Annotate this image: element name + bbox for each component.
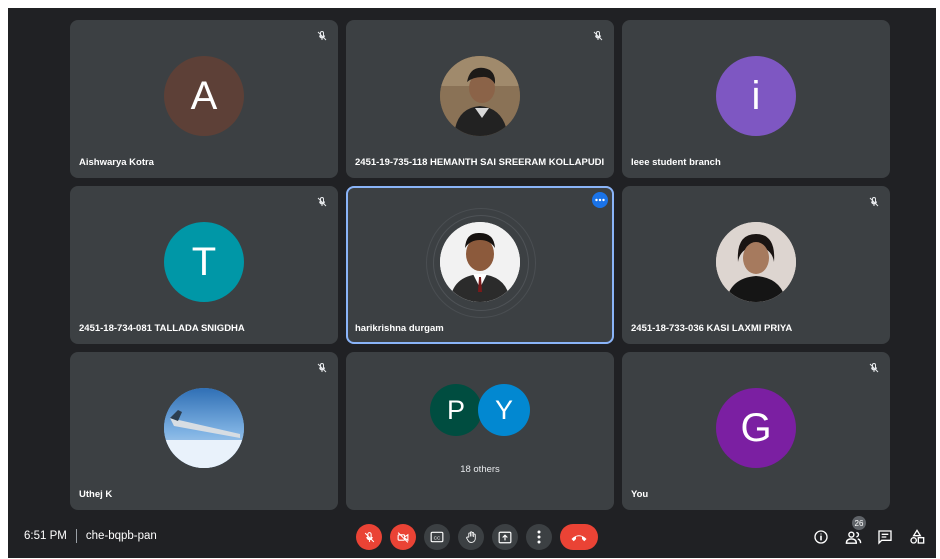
meeting-info: 6:51 PM che-bqpb-pan xyxy=(24,529,157,543)
camera-toggle-button[interactable] xyxy=(390,524,416,550)
raise-hand-icon xyxy=(465,531,476,543)
avatar-initial: Y xyxy=(494,394,513,425)
participant-name: Ieee student branch xyxy=(631,157,721,168)
svg-text:CC: CC xyxy=(434,535,441,540)
clock-time: 6:51 PM xyxy=(24,530,67,542)
mic-off-icon xyxy=(866,360,882,376)
divider xyxy=(75,529,77,543)
info-icon xyxy=(814,530,828,544)
more-options-icon[interactable] xyxy=(592,192,608,208)
avatar-initial: G xyxy=(740,405,772,450)
mic-off-icon xyxy=(866,194,882,210)
people-icon xyxy=(845,530,861,544)
others-tile[interactable]: P Y 18 others xyxy=(346,352,614,510)
captions-icon: CC xyxy=(430,531,444,543)
people-button[interactable]: 26 xyxy=(842,516,866,548)
mic-off-icon xyxy=(590,28,606,44)
avatar-photo xyxy=(716,222,796,302)
avatar-initial: A xyxy=(190,73,218,118)
mic-off-icon xyxy=(314,360,330,376)
captions-button[interactable]: CC xyxy=(424,524,450,550)
avatar-photo xyxy=(164,388,244,468)
avatar-photo xyxy=(440,222,520,302)
participant-tile[interactable]: 2451-19-735-118 HEMANTH SAI SREERAM KOLL… xyxy=(346,20,614,178)
participant-name: harikrishna durgam xyxy=(355,323,444,334)
activities-button[interactable] xyxy=(906,526,928,548)
chat-button[interactable] xyxy=(874,526,896,548)
avatar: A xyxy=(164,56,244,136)
participant-tile[interactable]: Uthej K xyxy=(70,352,338,510)
avatar-initial: i xyxy=(751,73,761,118)
camera-off-icon xyxy=(397,531,409,543)
participant-tile[interactable]: i Ieee student branch xyxy=(622,20,890,178)
mic-off-icon xyxy=(314,194,330,210)
participant-name: Aishwarya Kotra xyxy=(79,157,154,168)
avatar: i xyxy=(716,56,796,136)
end-call-button[interactable] xyxy=(560,524,598,550)
others-count-label: 18 others xyxy=(460,464,500,475)
participant-count-badge: 26 xyxy=(852,516,866,530)
present-icon xyxy=(498,531,512,543)
avatar-initial: T xyxy=(191,239,217,284)
meeting-stage: A Aishwarya Kotra 2451-19-735-118 HEMANT… xyxy=(8,8,936,558)
participant-name: 2451-18-733-036 KASI LAXMI PRIYA xyxy=(631,323,793,334)
participant-name: Uthej K xyxy=(79,489,113,500)
participant-tile-speaking[interactable]: harikrishna durgam xyxy=(346,186,614,344)
avatar-initial: P xyxy=(446,394,465,425)
participant-name: 2451-18-734-081 TALLADA SNIGDHA xyxy=(79,323,245,334)
avatar: Y xyxy=(478,384,530,436)
more-vert-icon xyxy=(537,530,541,544)
raise-hand-button[interactable] xyxy=(458,524,484,550)
meeting-details-button[interactable] xyxy=(810,526,832,548)
chat-icon xyxy=(878,530,892,545)
participant-tile-self[interactable]: G You xyxy=(622,352,890,510)
participant-name: You xyxy=(631,489,649,500)
avatar: P xyxy=(430,384,482,436)
meeting-code: che-bqpb-pan xyxy=(85,530,157,542)
mic-off-icon xyxy=(314,28,330,44)
avatar: G xyxy=(716,388,796,468)
avatar-photo xyxy=(440,56,520,136)
participant-name: 2451-19-735-118 HEMANTH SAI SREERAM KOLL… xyxy=(355,157,605,168)
avatar: T xyxy=(164,222,244,302)
mic-toggle-button[interactable] xyxy=(356,524,382,550)
participant-tile[interactable]: A Aishwarya Kotra xyxy=(70,20,338,178)
call-controls: CC xyxy=(356,524,598,550)
activities-icon xyxy=(910,529,925,544)
end-call-icon xyxy=(571,534,587,541)
more-options-button[interactable] xyxy=(526,524,552,550)
present-button[interactable] xyxy=(492,524,518,550)
mic-off-icon xyxy=(364,531,374,542)
participant-tile[interactable]: T 2451-18-734-081 TALLADA SNIGDHA xyxy=(70,186,338,344)
participant-tile[interactable]: 2451-18-733-036 KASI LAXMI PRIYA xyxy=(622,186,890,344)
side-panel-controls: 26 xyxy=(800,516,928,548)
